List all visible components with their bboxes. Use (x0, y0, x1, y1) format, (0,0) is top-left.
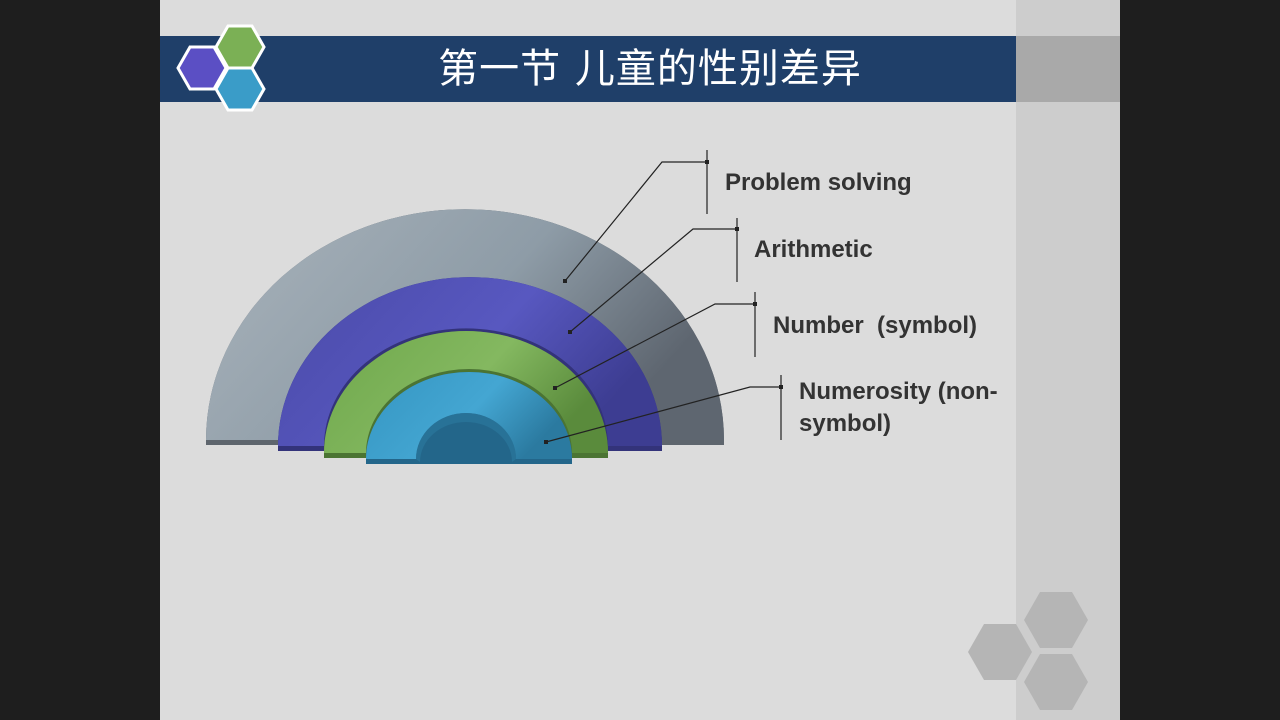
logo-hexagon-cyan (214, 66, 266, 112)
left-letterbox (0, 0, 160, 720)
label-numerosity-line2: symbol) (799, 410, 892, 437)
corner-hexagons (968, 592, 1088, 710)
label-arithmetic: Arithmetic (754, 236, 873, 263)
diagram-canvas (176, 24, 1088, 710)
label-numerosity: Numerosity (non- symbol) (799, 376, 998, 440)
corner-hexagon-bottom (1024, 654, 1088, 710)
label-numerosity-line1: Numerosity (non- (799, 378, 998, 405)
corner-hexagon-top (1024, 592, 1088, 648)
logo-hexagons (176, 24, 266, 112)
corner-hexagon-left (968, 624, 1032, 680)
slide: 第一节 儿童的性别差异 Problem solving Arithmetic N… (160, 0, 1120, 720)
label-number-symbol: Number (symbol) (773, 312, 978, 339)
label-problem-solving: Problem solving (725, 169, 912, 196)
logo-hexagon-green (214, 24, 266, 70)
right-letterbox (1120, 0, 1280, 720)
